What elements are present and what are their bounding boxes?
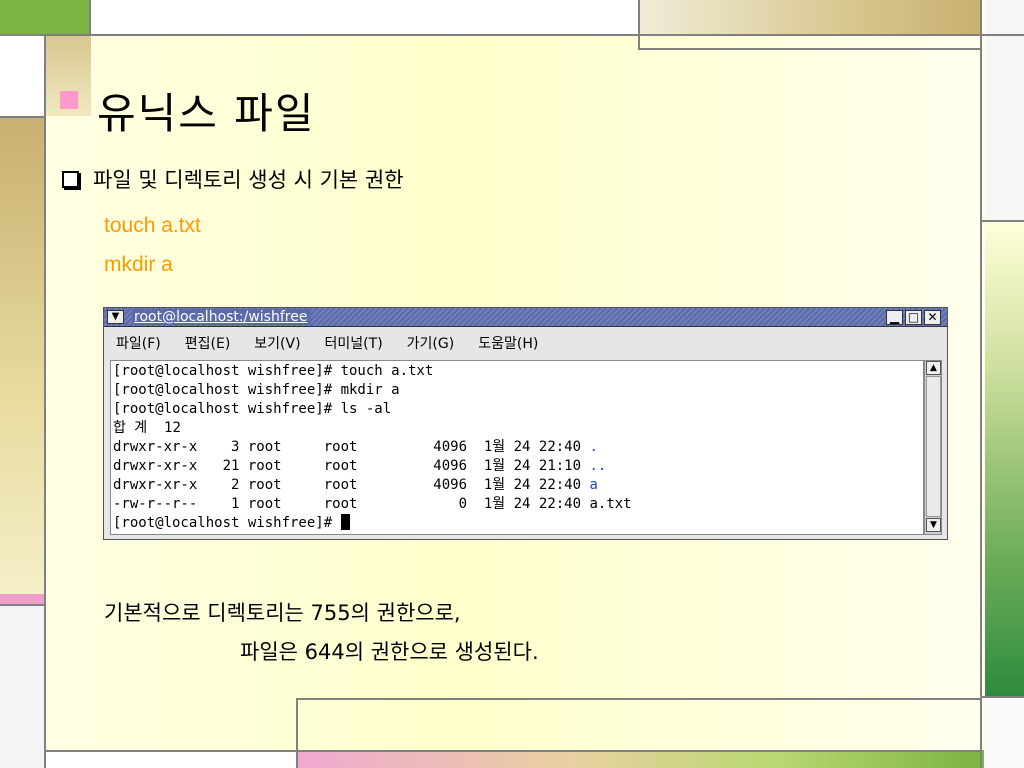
- deco-white-top: [91, 0, 639, 34]
- deco-gold-left: [0, 116, 44, 594]
- arrow-up-icon[interactable]: ▲: [926, 361, 941, 375]
- deco-white-left-bottom: [0, 606, 44, 768]
- terminal-window: ▼ root@localhost:/wishfree ▁ □ ✕ 파일(F) 편…: [103, 307, 948, 540]
- footer-line-2: 파일은 644의 권한으로 생성된다.: [240, 640, 539, 664]
- terminal-line: [root@localhost wishfree]# touch a.txt: [113, 363, 434, 379]
- checkbox-bullet-icon: [62, 170, 79, 188]
- arrow-down-icon[interactable]: ▼: [926, 518, 941, 532]
- deco-gold-topright: [640, 0, 980, 36]
- minimize-icon[interactable]: ▁: [886, 310, 903, 325]
- terminal-line: [root@localhost wishfree]# mkdir a: [113, 382, 400, 398]
- dir-name: a: [589, 477, 598, 493]
- terminal-line: -rw-r--r-- 1 root root 0 1월 24 22:40 a.t…: [113, 496, 632, 512]
- frame-line: [0, 116, 46, 118]
- frame-line: [980, 0, 982, 768]
- frame-line: [638, 0, 640, 50]
- frame-line: [0, 604, 46, 606]
- command-touch: touch a.txt: [104, 214, 201, 237]
- chevron-down-icon[interactable]: ▼: [107, 310, 124, 324]
- terminal-menubar: 파일(F) 편집(E) 보기(V) 터미널(T) 가기(G) 도움말(H): [104, 328, 947, 358]
- frame-line: [980, 696, 1024, 698]
- menu-help[interactable]: 도움말(H): [478, 333, 538, 353]
- deco-green-topleft: [0, 0, 90, 34]
- frame-line: [980, 220, 1024, 222]
- terminal-line: [root@localhost wishfree]# ls -al: [113, 401, 392, 417]
- terminal-scrollbar[interactable]: ▲ ▼: [924, 360, 942, 535]
- deco-pink-bottom: [298, 750, 984, 768]
- scrollbar-thumb[interactable]: [926, 376, 941, 517]
- terminal-line: 합 계 12: [113, 420, 181, 436]
- menu-file[interactable]: 파일(F): [116, 333, 161, 353]
- maximize-icon[interactable]: □: [905, 310, 922, 325]
- terminal-line: drwxr-xr-x 2 root root 4096 1월 24 22:40 …: [113, 476, 921, 495]
- terminal-line-text: drwxr-xr-x 21 root root 4096 1월 24 21:10: [113, 458, 590, 474]
- terminal-line-text: drwxr-xr-x 3 root root 4096 1월 24 22:40: [113, 439, 590, 455]
- dir-name: ..: [589, 458, 607, 474]
- dir-name: .: [589, 439, 598, 455]
- terminal-prompt-line: [root@localhost wishfree]#: [113, 514, 921, 533]
- deco-white-bottom-left: [46, 752, 296, 768]
- terminal-cursor: [340, 514, 350, 530]
- menu-terminal[interactable]: 터미널(T): [325, 333, 383, 353]
- footer-line-1: 기본적으로 디렉토리는 755의 권한으로,: [104, 601, 461, 625]
- menu-edit[interactable]: 편집(E): [185, 333, 231, 353]
- terminal-line: drwxr-xr-x 3 root root 4096 1월 24 22:40 …: [113, 438, 921, 457]
- frame-line: [296, 698, 298, 768]
- subtitle-row: 파일 및 디렉토리 생성 시 기본 권한: [62, 164, 404, 194]
- command-mkdir: mkdir a: [104, 253, 173, 276]
- menu-go[interactable]: 가기(G): [407, 333, 455, 353]
- slide-title: 유닉스 파일: [97, 89, 316, 138]
- deco-green-right: [985, 222, 1024, 696]
- deco-white-topleft: [0, 36, 44, 116]
- frame-line: [0, 34, 1024, 36]
- terminal-prompt: [root@localhost wishfree]#: [113, 515, 341, 531]
- deco-white-right: [985, 0, 1024, 220]
- frame-line: [44, 34, 46, 768]
- terminal-line-text: drwxr-xr-x 2 root root 4096 1월 24 22:40: [113, 477, 590, 493]
- terminal-title: root@localhost:/wishfree: [132, 309, 312, 325]
- terminal-screen[interactable]: [root@localhost wishfree]# touch a.txt […: [110, 360, 924, 535]
- menu-view[interactable]: 보기(V): [254, 333, 300, 353]
- deco-white-right-bottom: [985, 698, 1024, 768]
- frame-line: [89, 0, 91, 36]
- frame-line: [638, 48, 982, 50]
- subtitle-text: 파일 및 디렉토리 생성 시 기본 권한: [93, 168, 404, 192]
- title-bullet: [60, 91, 78, 109]
- terminal-line: drwxr-xr-x 21 root root 4096 1월 24 21:10…: [113, 457, 921, 476]
- close-icon[interactable]: ✕: [924, 310, 941, 325]
- terminal-titlebar[interactable]: ▼ root@localhost:/wishfree ▁ □ ✕: [104, 308, 947, 327]
- frame-line: [296, 698, 982, 700]
- frame-line: [46, 750, 982, 752]
